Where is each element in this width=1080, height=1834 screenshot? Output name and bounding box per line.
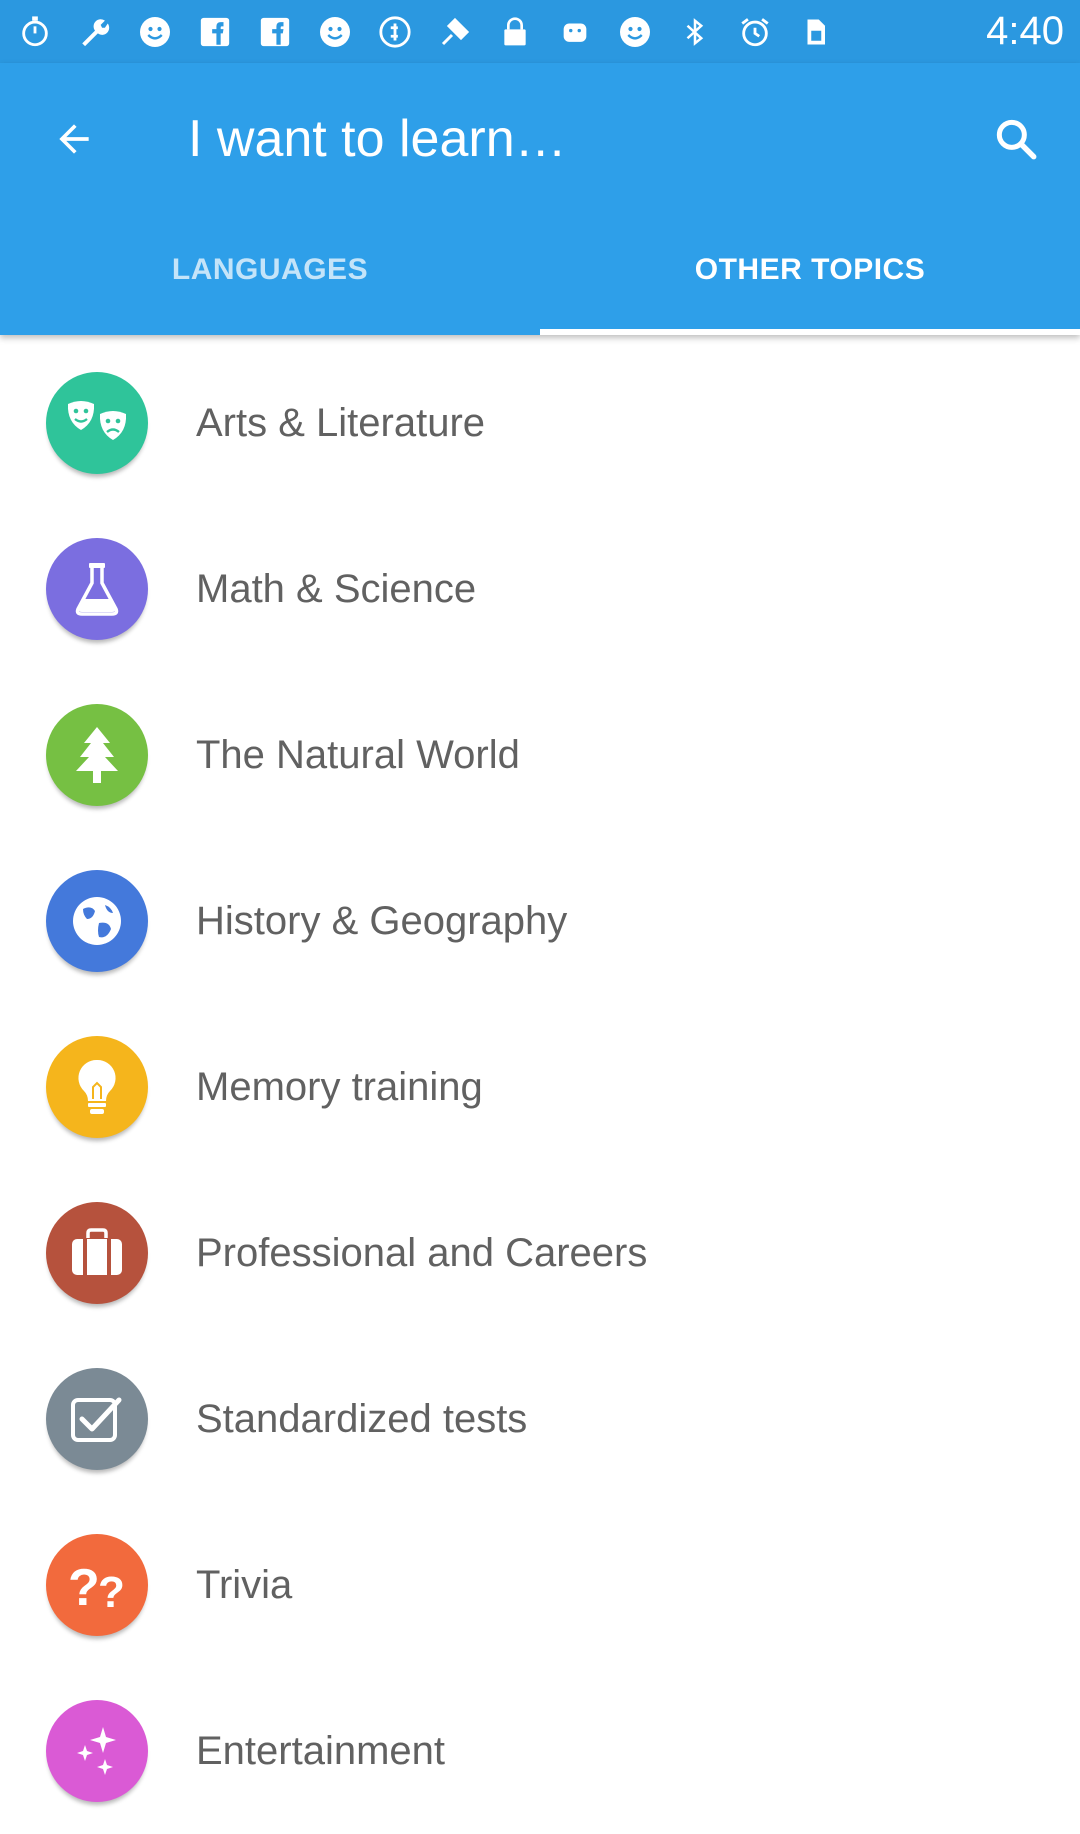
- page-title: I want to learn…: [188, 110, 567, 168]
- smiley-icon: [136, 13, 174, 51]
- briefcase-icon: [46, 1202, 148, 1304]
- arrow-left-icon: [59, 124, 89, 154]
- topic-label: History & Geography: [196, 898, 568, 943]
- lock-icon: [496, 13, 534, 51]
- tab-selected-indicator: [540, 329, 1080, 335]
- topic-item-arts-literature[interactable]: Arts & Literature: [0, 340, 1080, 506]
- topic-item-standardized-tests[interactable]: Standardized tests: [0, 1336, 1080, 1502]
- topic-label: The Natural World: [196, 732, 520, 777]
- topic-label: Trivia: [196, 1562, 293, 1607]
- coin-icon: [376, 13, 414, 51]
- sim-icon: [796, 13, 834, 51]
- status-bar: 4:40: [0, 0, 1080, 63]
- tab-other-topics[interactable]: OTHER TOPICS: [540, 205, 1080, 335]
- smiley-icon: [616, 13, 654, 51]
- stopwatch-icon: [16, 13, 54, 51]
- lightbulb-icon: [46, 1036, 148, 1138]
- topic-list: Arts & Literature Math & Science The Nat…: [0, 340, 1080, 1834]
- topic-item-history-geography[interactable]: History & Geography: [0, 838, 1080, 1004]
- status-time: 4:40: [986, 9, 1064, 53]
- topic-item-natural-world[interactable]: The Natural World: [0, 672, 1080, 838]
- bluetooth-icon: [676, 13, 714, 51]
- topic-item-math-science[interactable]: Math & Science: [0, 506, 1080, 672]
- search-icon: [996, 119, 1037, 160]
- question-marks-icon: ? ?: [46, 1534, 148, 1636]
- flask-icon: [46, 538, 148, 640]
- fake-gps-icon: [436, 13, 474, 51]
- topic-label: Arts & Literature: [196, 400, 486, 445]
- svg-text:?: ?: [98, 1568, 125, 1613]
- app-bar: I want to learn… LANGUAGES OTHER TOPICS: [0, 63, 1080, 335]
- topic-label: Professional and Careers: [196, 1230, 648, 1275]
- topic-item-entertainment[interactable]: Entertainment: [0, 1668, 1080, 1834]
- sparkles-icon: [46, 1700, 148, 1802]
- topic-item-professional-careers[interactable]: Professional and Careers: [0, 1170, 1080, 1336]
- tab-bar: LANGUAGES OTHER TOPICS: [0, 205, 1080, 335]
- topic-label: Entertainment: [196, 1728, 446, 1773]
- tree-icon: [46, 704, 148, 806]
- status-icons: [16, 13, 834, 51]
- topic-label: Math & Science: [196, 566, 477, 611]
- topic-label: Memory training: [196, 1064, 483, 1109]
- wrench-icon: [76, 13, 114, 51]
- theater-masks-icon: [46, 372, 148, 474]
- alarm-icon: [736, 13, 774, 51]
- facebook-icon: [196, 13, 234, 51]
- topic-label: Standardized tests: [196, 1396, 528, 1441]
- search-button[interactable]: [984, 107, 1048, 171]
- globe-icon: [46, 870, 148, 972]
- back-button[interactable]: [42, 107, 106, 171]
- facebook-icon: [256, 13, 294, 51]
- smiley-icon: [316, 13, 354, 51]
- tab-languages[interactable]: LANGUAGES: [0, 205, 540, 335]
- topic-item-trivia[interactable]: ? ? Trivia: [0, 1502, 1080, 1668]
- checkbox-icon: [46, 1368, 148, 1470]
- topic-item-memory-training[interactable]: Memory training: [0, 1004, 1080, 1170]
- svg-text:?: ?: [68, 1559, 100, 1613]
- android-icon: [556, 13, 594, 51]
